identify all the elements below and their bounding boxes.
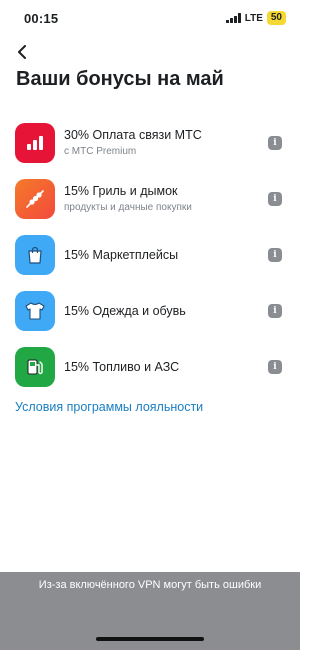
info-icon[interactable]: i	[268, 192, 282, 206]
bonus-item-fuel[interactable]: 15% Топливо и АЗС i	[0, 339, 300, 395]
skewer-icon	[15, 179, 55, 219]
bonus-item-marketplaces[interactable]: 15% Маркетплейсы i	[0, 227, 300, 283]
bonus-subtitle: продукты и дачные покупки	[64, 202, 192, 213]
tshirt-icon	[15, 291, 55, 331]
bonus-title: 15% Маркетплейсы	[64, 248, 179, 262]
page-title: Ваши бонусы на май	[16, 68, 224, 90]
info-icon[interactable]: i	[268, 248, 282, 262]
network-type: LTE	[244, 12, 263, 24]
bonus-item-clothes[interactable]: 15% Одежда и обувь i	[0, 283, 300, 339]
chevron-left-icon	[18, 45, 26, 59]
fuel-pump-icon	[15, 347, 55, 387]
signal-icon	[226, 13, 241, 23]
back-button[interactable]	[12, 42, 32, 62]
bonus-title: 15% Топливо и АЗС	[64, 360, 180, 374]
home-indicator[interactable]	[96, 637, 204, 641]
loyalty-terms-link[interactable]: Условия программы лояльности	[15, 400, 203, 414]
bonus-list: 30% Оплата связи МТС с МТС Premium i 15%…	[0, 115, 300, 395]
status-time: 00:15	[24, 11, 59, 26]
info-icon[interactable]: i	[268, 304, 282, 318]
status-indicators: LTE 50	[226, 11, 286, 25]
bonus-title: 15% Гриль и дымок	[64, 184, 178, 198]
shopping-bag-icon	[15, 235, 55, 275]
info-icon[interactable]: i	[268, 360, 282, 374]
info-icon[interactable]: i	[268, 136, 282, 150]
status-bar: 00:15 LTE 50	[0, 0, 300, 36]
bonus-item-grill[interactable]: 15% Гриль и дымок продукты и дачные поку…	[0, 171, 300, 227]
battery-icon: 50	[266, 11, 286, 25]
bonus-item-mts[interactable]: 30% Оплата связи МТС с МТС Premium i	[0, 115, 300, 171]
bonus-title: 30% Оплата связи МТС	[64, 128, 202, 142]
vpn-warning-text: Из-за включённого VPN могут быть ошибки	[38, 579, 262, 591]
bonus-subtitle: с МТС Premium	[64, 146, 137, 157]
bonus-title: 15% Одежда и обувь	[64, 304, 186, 318]
bars-chart-icon	[15, 123, 55, 163]
